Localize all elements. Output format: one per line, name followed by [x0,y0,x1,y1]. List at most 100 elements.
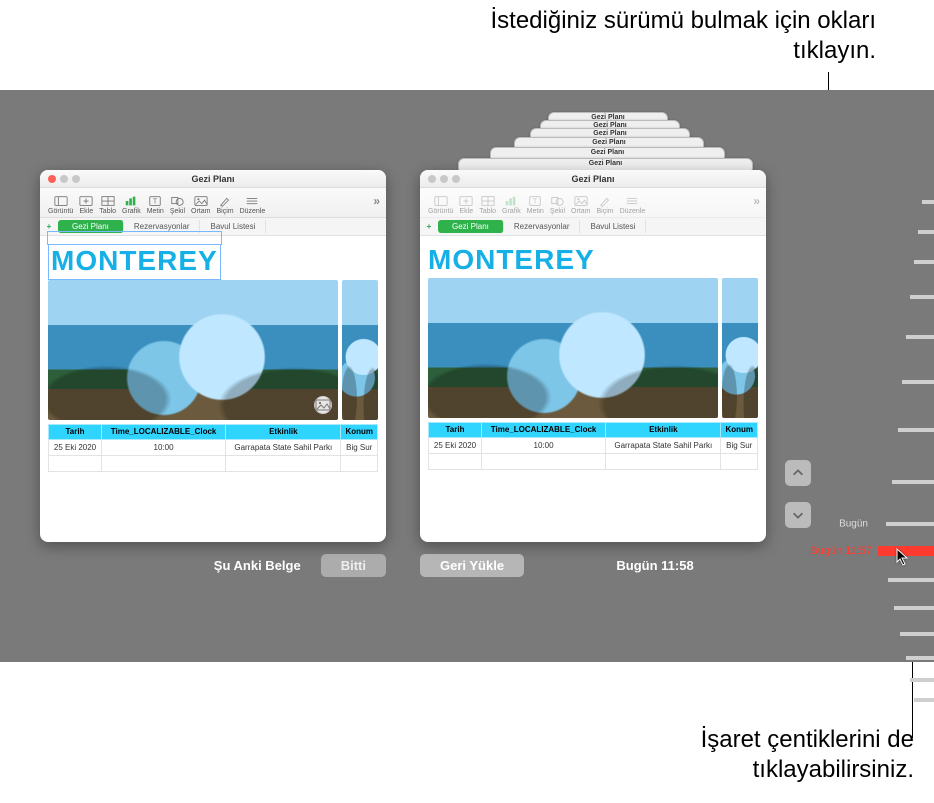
toolbar-format[interactable]: Biçim [214,195,235,215]
schedule-table[interactable]: Tarih Time_LOCALIZABLE_Clock Etkinlik Ko… [48,424,378,472]
organize-icon [245,195,259,207]
timeline-tick[interactable] [888,578,934,582]
table-header: Konum [721,423,758,438]
window-title: Gezi Planı [420,174,766,184]
toolbar-format: Biçim [594,195,615,215]
table-header: Etkinlik [606,423,721,438]
timeline-tick[interactable] [898,428,934,432]
media-icon [194,195,208,207]
text-icon: T [148,195,162,207]
timeline-tick[interactable] [902,380,934,384]
timeline-tick[interactable] [906,656,934,660]
timeline-tick[interactable] [910,295,934,299]
toolbar-text[interactable]: TMetin [145,195,166,215]
toolbar-chart[interactable]: Grafik [120,195,143,215]
version-next-button[interactable] [785,502,811,528]
chevron-down-icon [791,508,805,522]
timeline-tick[interactable] [910,678,934,682]
timeline-tick[interactable] [918,230,934,234]
timeline-tick[interactable] [906,335,934,339]
toolbar-table: Tablo [477,195,498,215]
table-row[interactable] [49,456,378,472]
table-header[interactable]: Konum [341,425,378,440]
versions-stage: Gezi Planı Gezi Planı Gezi Planı Gezi Pl… [0,90,934,662]
schedule-table: Tarih Time_LOCALIZABLE_Clock Etkinlik Ko… [428,422,758,470]
hero-image[interactable] [48,280,338,420]
toolbar-organize[interactable]: Düzenle [238,195,268,215]
toolbar-overflow-icon[interactable]: » [373,194,380,208]
title-selection[interactable]: MONTEREY [48,244,221,280]
version-timeline[interactable]: Bugün Bugün 11:57 [874,200,934,740]
sheet-tab[interactable]: Rezervasyonlar [504,220,581,233]
table-row: 25 Eki 2020 10:00 Garrapata State Sahil … [429,438,758,454]
format-icon [218,195,232,207]
toolbar-media[interactable]: Ortam [189,195,212,215]
toolbar-table[interactable]: Tablo [97,195,118,215]
chart-icon [124,195,138,207]
insert-icon [79,195,93,207]
toolbar-overflow-icon: » [753,194,760,208]
titlebar[interactable]: Gezi Planı [40,170,386,188]
titlebar: Gezi Planı [420,170,766,188]
toolbar-insert[interactable]: Ekle [77,195,95,215]
document-title[interactable]: MONTEREY [51,247,218,275]
table-header[interactable]: Time_LOCALIZABLE_Clock [102,425,226,440]
table-header[interactable]: Etkinlik [226,425,341,440]
toolbar-view[interactable]: Görüntü [46,195,75,215]
timeline-tick[interactable] [922,200,934,204]
version-prev-button[interactable] [785,460,811,486]
window-title: Gezi Planı [40,174,386,184]
timeline-tick[interactable] [914,260,934,264]
timeline-tick[interactable] [900,632,934,636]
current-document-window: Gezi Planı Görüntü Ekle Tablo Grafik TMe… [40,170,386,542]
toolbar: Görüntü Ekle Tablo Grafik TMetin Şekil O… [40,188,386,218]
callout-bottom-text: İşaret çentiklerini de tıklayabilirsiniz… [534,725,914,785]
side-image [722,278,758,418]
add-sheet-button: + [420,222,438,231]
sheet-tab[interactable]: Gezi Planı [438,220,504,233]
add-sheet-button[interactable]: + [40,222,58,231]
toolbar-view: Görüntü [426,195,455,215]
shape-icon [170,195,184,207]
table-header: Tarih [429,423,482,438]
hero-image [428,278,718,418]
chevron-up-icon [791,466,805,480]
table-icon [101,195,115,207]
document-body: MONTEREY Tarih Time_LOCALIZABLE_Clock Et… [40,236,386,476]
cursor-pointer-icon [896,548,910,566]
toolbar-shape[interactable]: Şekil [168,195,187,215]
version-document-window: Gezi Planı Görüntü Ekle Tablo Grafik TMe… [420,170,766,542]
toolbar-media: Ortam [569,195,592,215]
version-timestamp-label: Bugün 11:58 [616,558,693,573]
sheet-tabs: + Gezi Planı Rezervasyonlar Bavul Listes… [420,218,766,236]
table-header: Time_LOCALIZABLE_Clock [482,423,606,438]
table-row [429,454,758,470]
restore-button[interactable]: Geri Yükle [420,554,524,577]
toolbar-chart: Grafik [500,195,523,215]
timeline-tick[interactable] [886,522,934,526]
toolbar-text: TMetin [525,195,546,215]
versions-footer: Şu Anki Belge Bitti Geri Yükle Bugün 11:… [40,550,766,580]
toolbar-insert: Ekle [457,195,475,215]
timeline-tick[interactable] [914,698,934,702]
callout-top-text: İstediğiniz sürümü bulmak için okları tı… [476,6,876,66]
toolbar-shape: Şekil [548,195,567,215]
svg-text:T: T [533,199,538,206]
media-badge-icon[interactable] [314,396,332,414]
toolbar: Görüntü Ekle Tablo Grafik TMetin Şekil O… [420,188,766,218]
timeline-label-active: Bugün 11:57 [810,545,872,557]
done-button[interactable]: Bitti [321,554,386,577]
sheet-tab[interactable]: Bavul Listesi [580,220,646,233]
timeline-tick[interactable] [894,606,934,610]
side-image[interactable] [342,280,378,420]
svg-text:T: T [153,199,158,206]
current-document-label: Şu Anki Belge [214,558,301,573]
view-icon [54,195,68,207]
timeline-tick[interactable] [892,480,934,484]
toolbar-organize: Düzenle [618,195,648,215]
document-title: MONTEREY [428,246,758,274]
document-body: MONTEREY Tarih Time_LOCALIZABLE_Clock Et… [420,236,766,474]
table-row[interactable]: 25 Eki 2020 10:00 Garrapata State Sahil … [49,440,378,456]
table-header[interactable]: Tarih [49,425,102,440]
timeline-label-today: Bugün [839,519,868,530]
